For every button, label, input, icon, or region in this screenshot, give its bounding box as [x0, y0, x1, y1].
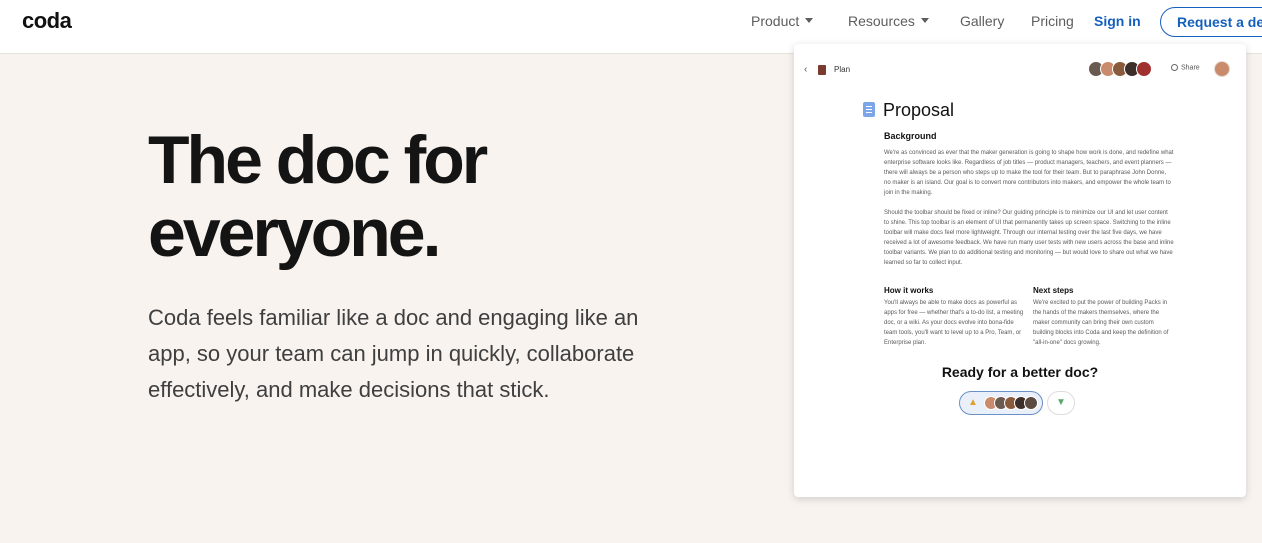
share-icon [1171, 64, 1178, 71]
hero-title-line2: everyone. [148, 195, 442, 271]
background-heading: Background [884, 131, 937, 141]
avatar [1024, 396, 1038, 410]
document-icon [863, 102, 875, 117]
share-label: Share [1181, 64, 1200, 72]
hero-subtitle: Coda feels familiar like a doc and engag… [148, 305, 639, 402]
nav-gallery[interactable]: Gallery [960, 13, 1004, 29]
reaction-thumbs-up-button[interactable]: ▲ [959, 391, 1043, 415]
nav-pricing[interactable]: Pricing [1031, 13, 1074, 29]
chevron-down-icon [805, 17, 814, 23]
next-steps-heading: Next steps [1033, 286, 1074, 295]
chevron-left-icon[interactable]: ‹ [804, 64, 807, 75]
nav-resources-label: Resources [848, 13, 915, 29]
how-it-works-heading: How it works [884, 286, 934, 295]
request-demo-button[interactable]: Request a demo [1160, 7, 1262, 37]
nav-product-label: Product [751, 13, 800, 29]
share-button[interactable]: Share [1171, 64, 1200, 71]
background-paragraph-1: We're as convinced as ever that the make… [884, 150, 1174, 196]
doc-title: Proposal [883, 100, 955, 120]
doc-page-icon [818, 65, 826, 75]
hero-title-line1: The doc for [148, 122, 488, 198]
reaction-thumbs-down-button[interactable]: ▼ [1047, 391, 1075, 415]
nav-product[interactable]: Product [751, 13, 814, 29]
hero-title: The doc for everyone. [148, 124, 708, 270]
doc-breadcrumb[interactable]: Plan [834, 65, 850, 74]
nav-resources[interactable]: Resources [848, 13, 929, 29]
next-steps-text: We're excited to put the power of buildi… [1033, 300, 1169, 346]
background-paragraph-2: Should the toolbar should be fixed or in… [884, 210, 1174, 266]
user-avatar[interactable] [1214, 61, 1230, 77]
sign-in-link[interactable]: Sign in [1094, 13, 1141, 29]
chevron-down-icon [920, 17, 929, 23]
avatar [1136, 61, 1152, 77]
coda-logo[interactable]: coda [22, 8, 72, 34]
how-it-works-text: You'll always be able to make docs as po… [884, 300, 1024, 346]
cta-heading: Ready for a better doc? [941, 364, 1099, 380]
thumbs-up-icon: ▲ [968, 397, 978, 408]
thumbs-down-icon: ▼ [1056, 397, 1066, 408]
doc-preview-card: ‹ Plan Share Proposal Background We're a… [794, 44, 1246, 497]
